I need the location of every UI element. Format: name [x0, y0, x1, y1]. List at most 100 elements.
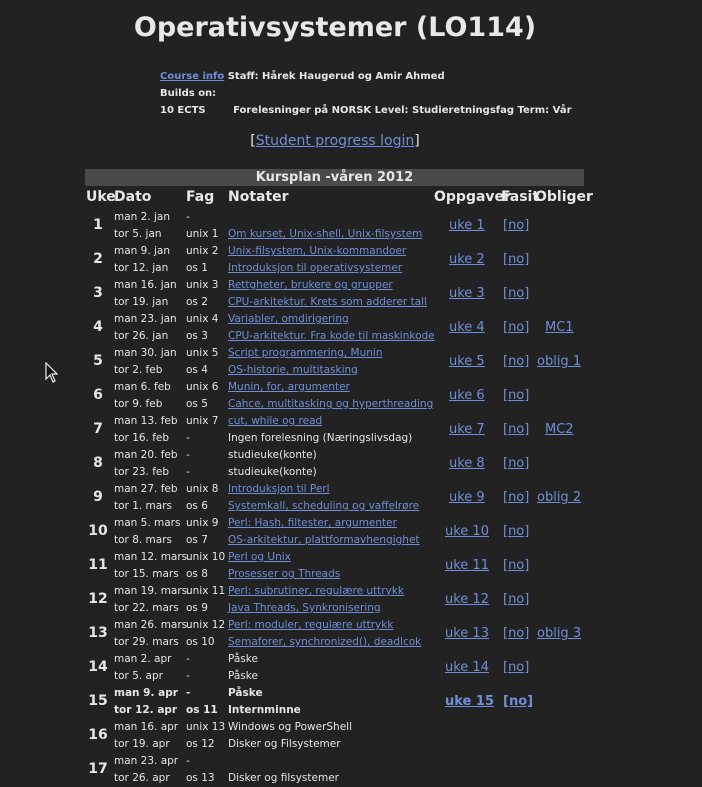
note-link[interactable]: Perl: subrutiner, regulære uttrykk — [228, 583, 404, 600]
subject-cell: os 9 — [186, 602, 208, 614]
note-link[interactable]: Perl og Unix — [228, 549, 291, 566]
note-link[interactable]: Java Threads, Synkronisering — [228, 600, 381, 617]
exercise-link[interactable]: uke 4 — [449, 319, 485, 336]
exercise-link[interactable]: uke 1 — [449, 217, 485, 234]
solution-link[interactable]: [no] — [503, 455, 529, 472]
exercise-link[interactable]: uke 2 — [449, 251, 485, 268]
assignment-link[interactable]: oblig 3 — [537, 625, 581, 642]
date-cell: tor 19. jan — [114, 296, 169, 308]
note-text: Påske — [228, 687, 263, 699]
course-info-link[interactable]: Course info — [160, 71, 224, 82]
note-link[interactable]: Perl: moduler, regulære uttrykk — [228, 617, 393, 634]
exercise-link[interactable]: uke 7 — [449, 421, 485, 438]
assignment-link[interactable]: oblig 1 — [537, 353, 581, 370]
header-notater: Notater — [228, 189, 289, 205]
note-text: studieuke(konte) — [228, 466, 317, 478]
note-link[interactable]: OS-arkitektur, plattformavhengighet — [228, 532, 420, 549]
assignment-link[interactable]: MC1 — [545, 319, 574, 336]
solution-link[interactable]: [no] — [503, 523, 529, 540]
note-link[interactable]: CPU-arkitektur. Fra kode til maskinkode — [228, 328, 435, 345]
solution-link[interactable]: [no] — [503, 387, 529, 404]
date-cell: man 19. mars — [114, 585, 188, 597]
week-number: 16 — [88, 727, 108, 743]
note-link[interactable]: Introduksjon til operativsystemer — [228, 260, 402, 277]
note-text: Windows og PowerShell — [228, 721, 352, 733]
solution-link[interactable]: [no] — [503, 217, 529, 234]
note-link[interactable]: Variabler, omdirigering — [228, 311, 349, 328]
note-link[interactable]: Cahce, multitasking og hyperthreading — [228, 396, 433, 413]
exercise-link[interactable]: uke 13 — [445, 625, 489, 642]
exercise-link[interactable]: uke 12 — [445, 591, 489, 608]
week-number: 6 — [93, 387, 103, 403]
subject-cell: os 8 — [186, 568, 208, 580]
date-cell: man 23. jan — [114, 313, 177, 325]
note-link[interactable]: Perl: Hash, filtester, argumenter — [228, 515, 397, 532]
solution-link[interactable]: [no] — [503, 353, 529, 370]
week-number: 12 — [88, 591, 108, 607]
week-number: 3 — [93, 285, 103, 301]
note-link[interactable]: Introduksjon til Perl — [228, 481, 330, 498]
note-link[interactable]: Script programmering, Munin — [228, 345, 382, 362]
exercise-link[interactable]: uke 10 — [445, 523, 489, 540]
solution-link[interactable]: [no] — [503, 489, 529, 506]
subject-cell: unix 11 — [186, 585, 226, 597]
solution-link[interactable]: [no] — [503, 319, 529, 336]
note-link[interactable]: Om kurset, Unix-shell, Unix-filsystem — [228, 226, 422, 243]
note-link[interactable]: Munin, for, argumenter — [228, 379, 350, 396]
date-cell: tor 12. jan — [114, 262, 169, 274]
exercise-link[interactable]: uke 11 — [445, 557, 489, 574]
ects-text: 10 ECTS — [160, 105, 206, 116]
note-link[interactable]: Systemkall, scheduling og vaffelrøre — [228, 498, 419, 515]
solution-link[interactable]: [no] — [503, 421, 529, 438]
note-link[interactable]: Unix-filsystem, Unix-kommandoer — [228, 243, 406, 260]
subject-cell: unix 3 — [186, 279, 219, 291]
header-uke: Uke — [86, 189, 116, 205]
solution-link[interactable]: [no] — [503, 659, 529, 676]
assignment-link[interactable]: MC2 — [545, 421, 574, 438]
builds-on-text: Builds on: — [160, 88, 217, 99]
note-link[interactable]: Semaforer, synchronized(), deadlcok — [228, 634, 421, 651]
note-link[interactable]: CPU-arkitektur. Krets som adderer tall — [228, 294, 427, 311]
solution-link[interactable]: [no] — [503, 591, 529, 608]
subject-cell: unix 9 — [186, 517, 219, 529]
subject-cell: os 1 — [186, 262, 208, 274]
solution-link[interactable]: [no] — [503, 251, 529, 268]
date-cell: man 26. mars — [114, 619, 188, 631]
staff-text: Staff: Hårek Haugerud og Amir Ahmed — [227, 71, 445, 82]
kursplan-title: Kursplan -våren 2012 — [85, 169, 584, 186]
exercise-link[interactable]: uke 8 — [449, 455, 485, 472]
exercise-link[interactable]: uke 15 — [445, 693, 494, 710]
course-info-block: Course info Staff: Hårek Haugerud og Ami… — [160, 68, 572, 119]
note-link[interactable]: OS-historie, multitasking — [228, 362, 358, 379]
date-cell: tor 22. mars — [114, 602, 179, 614]
week-number: 17 — [88, 761, 108, 777]
note-link[interactable]: cut, while og read — [228, 413, 322, 430]
solution-link[interactable]: [no] — [503, 285, 529, 302]
subject-cell: - — [186, 466, 190, 478]
date-cell: tor 5. apr — [114, 670, 163, 682]
exercise-link[interactable]: uke 3 — [449, 285, 485, 302]
subject-cell: os 2 — [186, 296, 208, 308]
solution-link[interactable]: [no] — [503, 625, 529, 642]
note-link[interactable]: Rettgheter, brukere og grupper — [228, 277, 393, 294]
assignment-link[interactable]: oblig 2 — [537, 489, 581, 506]
header-dato: Dato — [114, 189, 152, 205]
subject-cell: os 13 — [186, 772, 215, 784]
week-number: 9 — [93, 489, 103, 505]
week-number: 10 — [88, 523, 108, 539]
subject-cell: - — [186, 670, 190, 682]
note-link[interactable]: Prosesser og Threads — [228, 566, 340, 583]
level-text: Level: Studieretningsfag — [374, 105, 515, 116]
solution-link[interactable]: [no] — [503, 557, 529, 574]
student-progress-login-link[interactable]: Student progress login — [256, 133, 415, 149]
subject-cell: unix 13 — [186, 721, 226, 733]
solution-link[interactable]: [no] — [503, 693, 533, 710]
subject-cell: unix 2 — [186, 245, 219, 257]
exercise-link[interactable]: uke 6 — [449, 387, 485, 404]
date-cell: man 16. jan — [114, 279, 177, 291]
exercise-link[interactable]: uke 14 — [445, 659, 489, 676]
date-cell: man 2. apr — [114, 653, 172, 665]
date-cell: tor 8. mars — [114, 534, 173, 546]
exercise-link[interactable]: uke 9 — [449, 489, 485, 506]
exercise-link[interactable]: uke 5 — [449, 353, 485, 370]
